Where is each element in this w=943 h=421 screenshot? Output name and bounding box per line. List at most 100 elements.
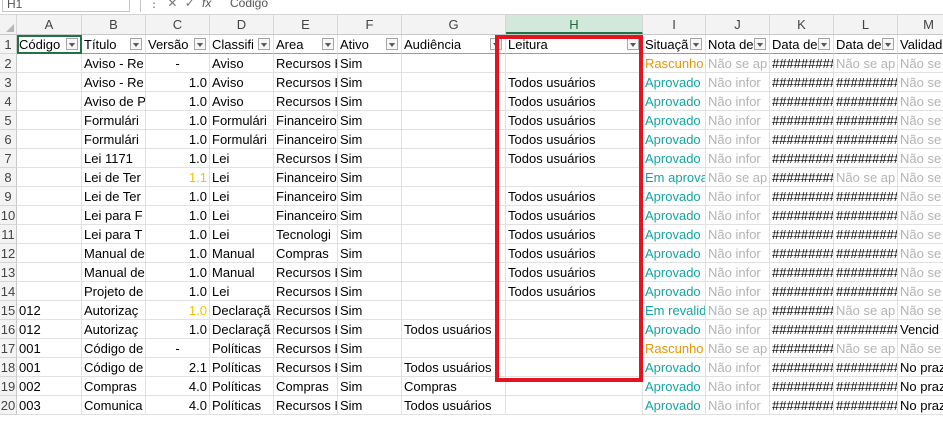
cell-m[interactable]: Não se a xyxy=(898,149,943,168)
cell-k[interactable]: ########## xyxy=(770,282,834,301)
cell-b[interactable]: Aviso de P xyxy=(82,92,146,111)
cell-i[interactable]: Aprovado xyxy=(643,377,706,396)
cell-m[interactable]: No praz xyxy=(898,358,943,377)
cell-g[interactable] xyxy=(402,73,506,92)
cell-m[interactable]: Não se a xyxy=(898,339,943,358)
cell-l[interactable]: ########## xyxy=(834,92,898,111)
cell-k[interactable]: ########## xyxy=(770,244,834,263)
cell-l[interactable]: Não se ap xyxy=(834,301,898,320)
cell-a[interactable] xyxy=(17,92,82,111)
cell-i[interactable]: Aprovado xyxy=(643,282,706,301)
filter-dropdown-icon[interactable] xyxy=(690,38,702,50)
cell-a[interactable]: 001 xyxy=(17,339,82,358)
cell-j[interactable]: Não infor xyxy=(706,111,770,130)
cell-k[interactable]: ########## xyxy=(770,377,834,396)
cell-e[interactable]: Recursos H xyxy=(274,54,338,73)
cell-i[interactable]: Aprovado xyxy=(643,206,706,225)
cell-j[interactable]: Não infor xyxy=(706,320,770,339)
cell-m[interactable]: No praz xyxy=(898,377,943,396)
filter-dropdown-icon[interactable] xyxy=(130,38,142,50)
cell-l[interactable]: ########## xyxy=(834,358,898,377)
cell-b[interactable]: Manual de xyxy=(82,244,146,263)
cell-g[interactable] xyxy=(402,225,506,244)
filter-dropdown-icon[interactable] xyxy=(386,38,398,50)
name-box[interactable]: H1 xyxy=(2,0,130,12)
cell-f[interactable]: Sim xyxy=(338,358,402,377)
cell-b[interactable]: Lei para F xyxy=(82,206,146,225)
cell-m[interactable]: Não se a xyxy=(898,244,943,263)
cell-h[interactable]: Todos usuários xyxy=(506,282,643,301)
cell-i[interactable]: Em aprova xyxy=(643,168,706,187)
cell-m[interactable]: Não se a xyxy=(898,263,943,282)
cell-m[interactable]: Não se a xyxy=(898,187,943,206)
cell-d[interactable]: Políticas xyxy=(210,358,274,377)
cell-b[interactable]: Autorizaç xyxy=(82,301,146,320)
cell-h[interactable]: Todos usuários xyxy=(506,187,643,206)
cell-k[interactable]: ########## xyxy=(770,111,834,130)
filter-dropdown-icon[interactable] xyxy=(754,38,766,50)
cell-b[interactable]: Formulári xyxy=(82,111,146,130)
cell-a[interactable] xyxy=(17,111,82,130)
cell-m[interactable]: Não se a xyxy=(898,130,943,149)
cell-a[interactable]: 012 xyxy=(17,301,82,320)
cell-m[interactable]: No praz xyxy=(898,396,943,415)
cell-a[interactable] xyxy=(17,168,82,187)
cell-g[interactable] xyxy=(402,149,506,168)
cell-f[interactable]: Sim xyxy=(338,225,402,244)
cell-e[interactable]: Recursos H xyxy=(274,263,338,282)
cell-g[interactable]: Todos usuários xyxy=(402,396,506,415)
cell-d[interactable]: Políticas xyxy=(210,377,274,396)
cell-h[interactable] xyxy=(506,396,643,415)
cell-b[interactable]: Lei 1171 xyxy=(82,149,146,168)
cell-b[interactable]: Código de xyxy=(82,358,146,377)
column-header-h[interactable]: H xyxy=(506,15,643,34)
cell-c[interactable]: 1.0 xyxy=(146,301,210,320)
cell-l[interactable]: ########## xyxy=(834,244,898,263)
cell-f[interactable]: Sim xyxy=(338,263,402,282)
cell-h[interactable] xyxy=(506,377,643,396)
cell-d[interactable]: Aviso xyxy=(210,73,274,92)
cell-f[interactable]: Sim xyxy=(338,396,402,415)
cell-g[interactable]: Todos usuários xyxy=(402,320,506,339)
cell-c[interactable]: 1.0 xyxy=(146,225,210,244)
cell-a[interactable] xyxy=(17,263,82,282)
cell-f[interactable]: Sim xyxy=(338,168,402,187)
cell-k[interactable]: ########## xyxy=(770,149,834,168)
cell-a[interactable]: 003 xyxy=(17,396,82,415)
cell-j[interactable]: Não infor xyxy=(706,206,770,225)
cell-c[interactable]: 1.0 xyxy=(146,263,210,282)
cell-k[interactable]: ########## xyxy=(770,301,834,320)
cell-e[interactable]: Recursos H xyxy=(274,320,338,339)
cell-h[interactable]: Todos usuários xyxy=(506,73,643,92)
select-all-corner[interactable] xyxy=(0,15,17,34)
header-cell-e[interactable]: Area xyxy=(274,35,338,54)
column-header-f[interactable]: F xyxy=(338,15,402,34)
cell-j[interactable]: Não infor xyxy=(706,73,770,92)
cell-a[interactable]: 012 xyxy=(17,320,82,339)
cell-c[interactable]: 1.1 xyxy=(146,168,210,187)
cell-g[interactable] xyxy=(402,263,506,282)
cell-j[interactable]: Não infor xyxy=(706,282,770,301)
cell-b[interactable]: Compras xyxy=(82,377,146,396)
cell-j[interactable]: Não infor xyxy=(706,358,770,377)
cell-c[interactable]: - xyxy=(146,339,210,358)
cell-m[interactable]: Não se a xyxy=(898,282,943,301)
cell-h[interactable] xyxy=(506,358,643,377)
cell-a[interactable]: 001 xyxy=(17,358,82,377)
cell-f[interactable]: Sim xyxy=(338,377,402,396)
cell-e[interactable]: Recursos H xyxy=(274,282,338,301)
cell-f[interactable]: Sim xyxy=(338,282,402,301)
cell-g[interactable] xyxy=(402,244,506,263)
cell-e[interactable]: Tecnologi xyxy=(274,225,338,244)
header-cell-j[interactable]: Nota de xyxy=(706,35,770,54)
cell-k[interactable]: ########## xyxy=(770,73,834,92)
cell-i[interactable]: Em revalid xyxy=(643,301,706,320)
cell-g[interactable] xyxy=(402,301,506,320)
cell-l[interactable]: ########## xyxy=(834,263,898,282)
cell-d[interactable]: Manual xyxy=(210,244,274,263)
cell-e[interactable]: Recursos H xyxy=(274,301,338,320)
cell-d[interactable]: Políticas xyxy=(210,339,274,358)
cell-c[interactable]: - xyxy=(146,54,210,73)
column-header-c[interactable]: C xyxy=(146,15,210,34)
cell-k[interactable]: ########## xyxy=(770,320,834,339)
